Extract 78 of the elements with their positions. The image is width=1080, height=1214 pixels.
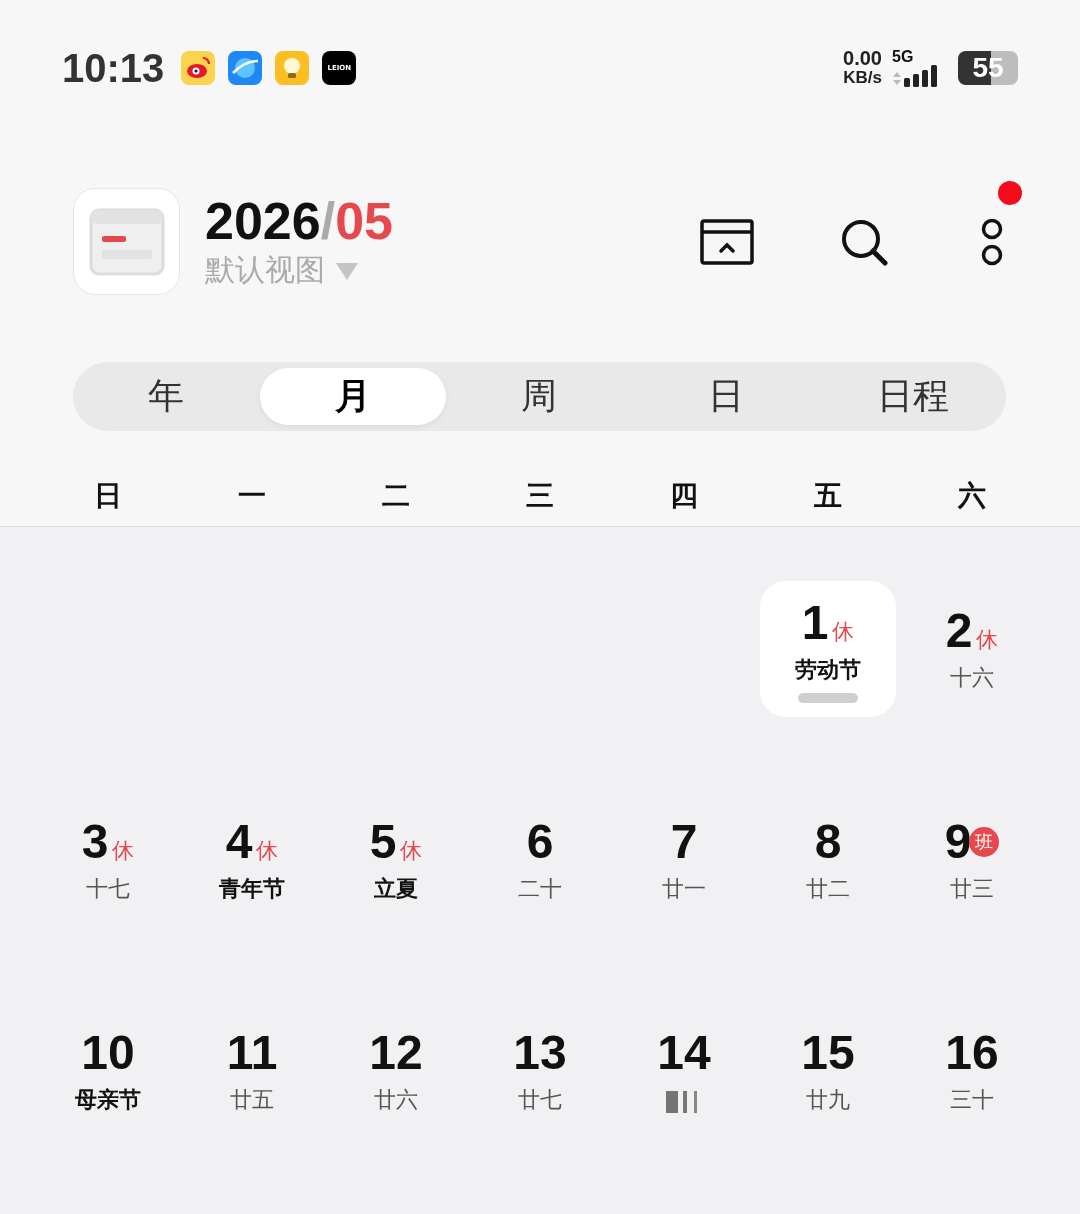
holiday-label: 休 xyxy=(256,837,279,865)
planet-app-icon xyxy=(228,51,263,85)
day-cell[interactable]: 12 廿六 xyxy=(328,1003,464,1139)
day-number: 2 xyxy=(945,603,973,659)
day-number: 3 xyxy=(81,814,109,870)
weekday-label: 四 xyxy=(669,478,699,515)
day-cell[interactable]: 11 廿五 xyxy=(184,1003,320,1139)
more-icon xyxy=(980,216,1004,267)
day-cell[interactable]: 4休 青年节 xyxy=(184,792,320,928)
festival-label: 立夏 xyxy=(374,875,418,903)
network-type: 5G xyxy=(892,49,914,65)
day-cell[interactable]: 10 母亲节 xyxy=(40,1003,176,1139)
day-number: 1 xyxy=(801,595,829,651)
day-number: 15 xyxy=(801,1025,855,1081)
day-number: 8 xyxy=(814,814,842,870)
search-icon xyxy=(840,217,888,266)
day-number: 7 xyxy=(670,814,698,870)
lunar-date: 廿七 xyxy=(518,1086,562,1114)
holiday-label: 休 xyxy=(400,837,423,865)
eye-app-icon xyxy=(181,51,216,85)
view-tab[interactable]: 年 xyxy=(73,368,260,426)
day-cell[interactable]: 5 休 立夏 xyxy=(328,792,464,928)
lunar-date: 三十 xyxy=(950,1086,994,1114)
today-bar xyxy=(798,693,858,703)
day-number: 10 xyxy=(81,1025,135,1081)
day-number: 9 xyxy=(944,814,972,870)
lunar-date: 十七 xyxy=(86,875,130,903)
day-number: 11 xyxy=(226,1025,278,1081)
day-number: 4 xyxy=(225,814,253,870)
festival-label: 母亲节 xyxy=(75,1086,141,1114)
view-tab[interactable]: 日 xyxy=(632,368,820,426)
view-tab[interactable]: 日程 xyxy=(819,368,1006,426)
day-number: 5 xyxy=(369,814,397,870)
day-number: 14 xyxy=(657,1025,711,1081)
calendar-icon xyxy=(88,207,165,276)
weekday-label: 三 xyxy=(525,478,555,515)
day-cell[interactable]: 7 廿一 xyxy=(616,792,752,928)
day-cell[interactable]: 1 休 劳动节 xyxy=(760,581,896,717)
festival-label: 青年节 xyxy=(219,875,285,903)
archive-icon xyxy=(700,218,754,265)
lunar-date: 二十 xyxy=(518,875,562,903)
lunar-date: 廿六 xyxy=(374,1086,418,1114)
lunar-date: 廿一 xyxy=(662,875,706,903)
day-cell[interactable]: 14 xyxy=(616,1003,752,1139)
day-number: 16 xyxy=(945,1025,999,1081)
lightbulb-app-icon xyxy=(275,51,310,85)
holiday-label: 休 xyxy=(976,626,999,654)
day-cell[interactable]: 15 廿九 xyxy=(760,1003,896,1139)
holiday-label: 休 xyxy=(112,837,135,865)
weekday-label: 五 xyxy=(813,478,843,515)
weekday-label: 六 xyxy=(956,478,987,515)
lunar-date: 廿二 xyxy=(806,875,850,903)
weekday-label: 二 xyxy=(381,478,411,515)
view-tab[interactable]: 月 xyxy=(259,368,447,426)
lunar-date: 十六 xyxy=(950,664,994,692)
day-number: 12 xyxy=(369,1025,423,1081)
lunar-date: 廿五 xyxy=(230,1086,274,1114)
workday-badge: 班 xyxy=(969,827,1000,857)
holiday-label: 休 xyxy=(832,618,855,646)
speed-unit: KB/s xyxy=(843,68,882,87)
lunar-date: 廿三 xyxy=(950,875,994,903)
day-cell[interactable]: 8 廿二 xyxy=(760,792,896,928)
day-cell[interactable]: 3 休 十七 xyxy=(40,792,176,928)
day-cell[interactable]: 16 三十 xyxy=(904,1003,1040,1139)
lunar-date: 廿九 xyxy=(806,1086,850,1114)
weekday-label: 一 xyxy=(237,478,267,515)
day-cell[interactable]: 2 休 十六 xyxy=(904,581,1040,717)
weekday-label: 日 xyxy=(93,478,123,515)
caret-icon xyxy=(335,260,359,281)
day-cell[interactable]: 6 二十 xyxy=(472,792,608,928)
day-cell[interactable]: 13 廿七 xyxy=(472,1003,608,1139)
clock: 10:13 xyxy=(62,45,165,91)
speed-value: 0.00 xyxy=(843,49,882,68)
day-number: 6 xyxy=(526,814,554,870)
month-title: 2026/05 xyxy=(205,192,393,250)
day-number: 13 xyxy=(513,1025,567,1081)
festival-label: 劳动节 xyxy=(795,656,861,684)
view-tab[interactable]: 周 xyxy=(446,368,633,426)
